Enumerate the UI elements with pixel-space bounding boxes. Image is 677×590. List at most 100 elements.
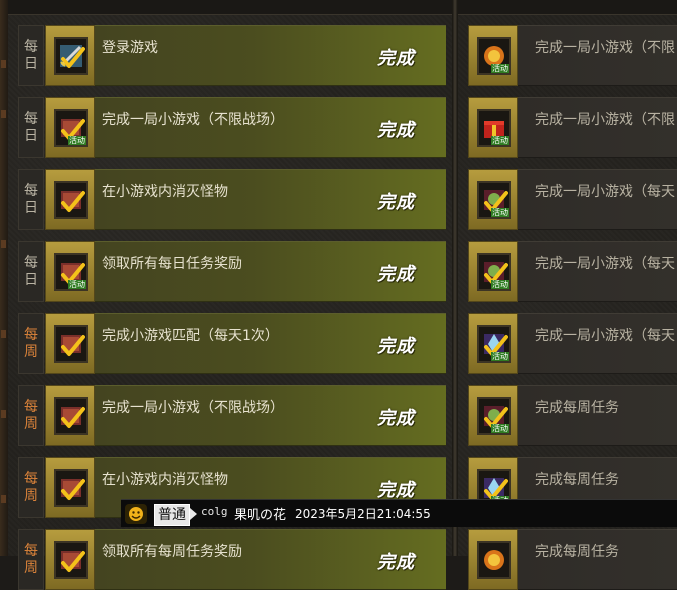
event-task-row[interactable]: 活动 完成一局小游戏（每天 <box>468 241 677 302</box>
task-row[interactable]: 每周 完成小游戏匹配（每天1次） 完成 <box>18 313 446 374</box>
task-name: 在小游戏内消灭怪物 <box>102 472 228 488</box>
task-name: 完成一局小游戏（每天 <box>535 328 675 344</box>
task-icon-frame: 活动 <box>468 385 518 446</box>
event-task-row[interactable]: 活动 完成一局小游戏（每天 <box>468 313 677 374</box>
task-body: 完成一局小游戏（不限 <box>518 25 677 86</box>
period-char: 每 <box>24 542 38 559</box>
period-char: 每 <box>24 326 38 343</box>
emote-icon <box>125 504 147 524</box>
task-icon-frame <box>468 529 518 590</box>
task-icon-frame: 活动 <box>468 97 518 158</box>
top-bar <box>0 0 677 15</box>
period-char: 周 <box>24 559 38 576</box>
checkmark-scroll-icon <box>54 469 88 507</box>
task-body: 完成一局小游戏（不限战场） 完成 <box>95 97 446 158</box>
event-task-row[interactable]: 活动 完成每周任务 <box>468 385 677 446</box>
monster-icon: 活动 <box>477 397 511 435</box>
checkmark-scroll-icon: 活动 <box>54 253 88 291</box>
task-name: 完成一局小游戏（不限战场） <box>102 400 284 416</box>
weekly-period-label: 每周 <box>18 529 44 590</box>
task-complete-label: 完成 <box>377 48 415 69</box>
task-name: 在小游戏内消灭怪物 <box>102 184 228 200</box>
task-name: 完成一局小游戏（不限 <box>535 40 675 56</box>
checkmark-scroll-icon: 活动 <box>54 109 88 147</box>
task-body: 完成每周任务 <box>518 529 677 590</box>
gold-coin-icon: 活动 <box>477 37 511 75</box>
task-body: 完成一局小游戏（每天 <box>518 313 677 374</box>
task-icon-frame <box>45 25 95 86</box>
login-sword-icon <box>54 37 88 75</box>
event-task-row[interactable]: 活动 完成一局小游戏（不限 <box>468 25 677 86</box>
gift-box-icon: 活动 <box>477 109 511 147</box>
task-name: 完成每周任务 <box>535 400 619 416</box>
task-row[interactable]: 每日在小游戏内消灭怪物 完成 <box>18 169 446 230</box>
daily-period-label: 每日 <box>18 241 44 302</box>
column-divider <box>452 0 458 556</box>
weekly-period-label: 每周 <box>18 313 44 374</box>
event-badge: 活动 <box>68 136 86 145</box>
task-complete-label: 完成 <box>377 264 415 285</box>
period-char: 日 <box>24 55 38 72</box>
task-complete-label: 完成 <box>377 552 415 573</box>
chat-nickname[interactable]: 果叽の花 <box>234 504 286 523</box>
task-icon-frame: 活动 <box>45 97 95 158</box>
task-body: 在小游戏内消灭怪物完成 <box>95 169 446 230</box>
task-name: 领取所有每周任务奖励 <box>102 544 242 560</box>
event-task-row[interactable]: 完成每周任务 <box>468 529 677 590</box>
task-row[interactable]: 每周 领取所有每周任务奖励完成 <box>18 529 446 590</box>
crystal-icon: 活动 <box>477 325 511 363</box>
period-char: 日 <box>24 271 38 288</box>
task-name: 登录游戏 <box>102 40 158 56</box>
checkmark-scroll-icon <box>54 325 88 363</box>
event-badge: 活动 <box>491 352 509 361</box>
task-body: 完成一局小游戏（每天 <box>518 169 677 230</box>
task-complete-label: 完成 <box>377 120 415 141</box>
event-badge: 活动 <box>491 136 509 145</box>
period-char: 每 <box>24 470 38 487</box>
task-icon-frame: 活动 <box>45 241 95 302</box>
task-icon-frame <box>45 385 95 446</box>
period-char: 周 <box>24 487 38 504</box>
task-row[interactable]: 每日登录游戏 完成 <box>18 25 446 86</box>
task-name: 完成一局小游戏（每天 <box>535 256 675 272</box>
period-char: 周 <box>24 343 38 360</box>
event-badge: 活动 <box>491 208 509 217</box>
task-name: 完成每周任务 <box>535 472 619 488</box>
daily-period-label: 每日 <box>18 97 44 158</box>
task-body: 完成小游戏匹配（每天1次） 完成 <box>95 313 446 374</box>
task-complete-label: 完成 <box>377 192 415 213</box>
task-icon-frame <box>45 529 95 590</box>
chat-message-bar: 普通 colg 果叽の花 2023年5月2日21:04:55 <box>121 499 677 527</box>
monster-icon: 活动 <box>477 181 511 219</box>
chat-channel-badge[interactable]: 普通 <box>154 504 190 526</box>
task-name: 完成一局小游戏（不限 <box>535 112 675 128</box>
task-name: 领取所有每日任务奖励 <box>102 256 242 272</box>
chat-sender: colg <box>201 505 228 518</box>
monster-icon: 活动 <box>477 253 511 291</box>
daily-period-label: 每日 <box>18 169 44 230</box>
task-row[interactable]: 每日活动 领取所有每日任务奖励完成 <box>18 241 446 302</box>
task-row[interactable]: 每周 完成一局小游戏（不限战场） 完成 <box>18 385 446 446</box>
task-body: 完成每周任务 <box>518 385 677 446</box>
event-task-row[interactable]: 活动 完成一局小游戏（不限 <box>468 97 677 158</box>
checkmark-scroll-icon <box>54 181 88 219</box>
task-row[interactable]: 每日活动 完成一局小游戏（不限战场） 完成 <box>18 97 446 158</box>
weekly-period-label: 每周 <box>18 457 44 518</box>
event-badge: 活动 <box>491 424 509 433</box>
task-icon-frame <box>45 457 95 518</box>
period-char: 每 <box>24 182 38 199</box>
period-char: 每 <box>24 398 38 415</box>
task-icon-frame: 活动 <box>468 241 518 302</box>
checkmark-scroll-icon <box>54 397 88 435</box>
task-icon-frame: 活动 <box>468 25 518 86</box>
task-body: 完成一局小游戏（每天 <box>518 241 677 302</box>
task-name: 完成一局小游戏（不限战场） <box>102 112 284 128</box>
period-char: 日 <box>24 199 38 216</box>
event-task-row[interactable]: 活动 完成一局小游戏（每天 <box>468 169 677 230</box>
task-name: 完成每周任务 <box>535 544 619 560</box>
task-body: 领取所有每日任务奖励完成 <box>95 241 446 302</box>
task-icon-frame: 活动 <box>468 169 518 230</box>
task-name: 完成一局小游戏（每天 <box>535 184 675 200</box>
period-char: 每 <box>24 110 38 127</box>
period-char: 每 <box>24 254 38 271</box>
